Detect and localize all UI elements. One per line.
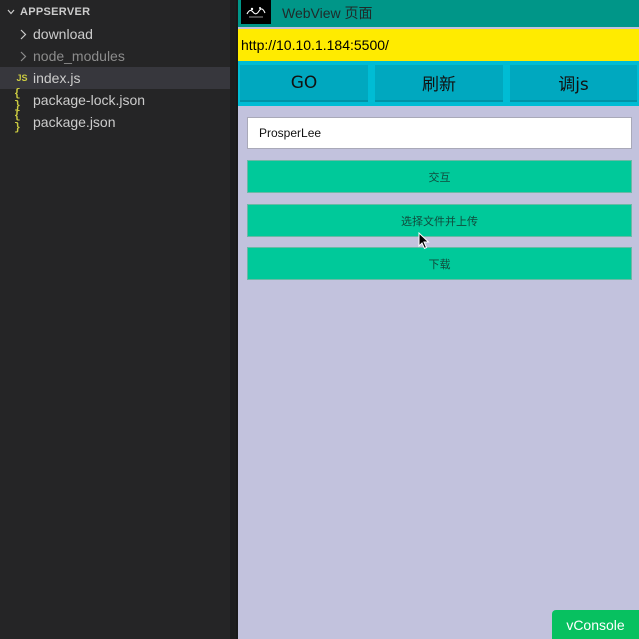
webview-device-screen: WebView 页面 http://10.10.1.184:5500/ GO 刷…: [236, 0, 639, 639]
tree-item-label: download: [33, 26, 93, 42]
name-input[interactable]: ProsperLee: [247, 117, 632, 149]
app-bar: WebView 页面: [238, 0, 639, 27]
tree-file-index-js[interactable]: JS index.js: [0, 67, 230, 89]
go-button[interactable]: GO: [240, 65, 368, 102]
url-text: http://10.10.1.184:5500/: [241, 37, 389, 53]
file-explorer: APPSERVER download node_modules JS index…: [0, 0, 234, 639]
tree-file-package-json[interactable]: { } package.json: [0, 110, 230, 134]
sidebar-edge: [230, 0, 234, 639]
chevron-down-icon: [7, 9, 15, 15]
json-file-icon: { }: [14, 88, 21, 112]
chevron-right-icon: [18, 50, 28, 62]
interact-button[interactable]: 交互: [247, 160, 632, 193]
chevron-right-icon: [18, 28, 28, 40]
json-file-icon: { }: [14, 110, 21, 134]
tree-folder-download[interactable]: download: [0, 23, 230, 45]
tree-folder-node-modules[interactable]: node_modules: [0, 45, 230, 67]
call-js-button[interactable]: 调js: [510, 65, 637, 102]
refresh-button[interactable]: 刷新: [375, 65, 503, 102]
app-title: WebView 页面: [282, 5, 373, 21]
javascript-file-icon: JS: [16, 73, 28, 83]
select-and-upload-file-button[interactable]: 选择文件并上传: [247, 204, 632, 237]
explorer-section-title: APPSERVER: [20, 6, 91, 18]
url-input[interactable]: http://10.10.1.184:5500/: [238, 29, 639, 61]
app-logo-icon: [241, 0, 271, 24]
tree-item-label: node_modules: [33, 48, 125, 64]
tree-item-label: index.js: [33, 70, 81, 86]
mouse-cursor-icon: [418, 232, 430, 250]
download-button[interactable]: 下载: [247, 247, 632, 280]
tree-item-label: package-lock.json: [33, 92, 146, 108]
explorer-section-header[interactable]: APPSERVER: [0, 0, 230, 24]
navigation-button-row: GO 刷新 调js: [238, 61, 639, 106]
vconsole-button[interactable]: vConsole: [552, 610, 639, 639]
tree-item-label: package.json: [33, 114, 116, 130]
tree-file-package-lock-json[interactable]: { } package-lock.json: [0, 88, 230, 112]
